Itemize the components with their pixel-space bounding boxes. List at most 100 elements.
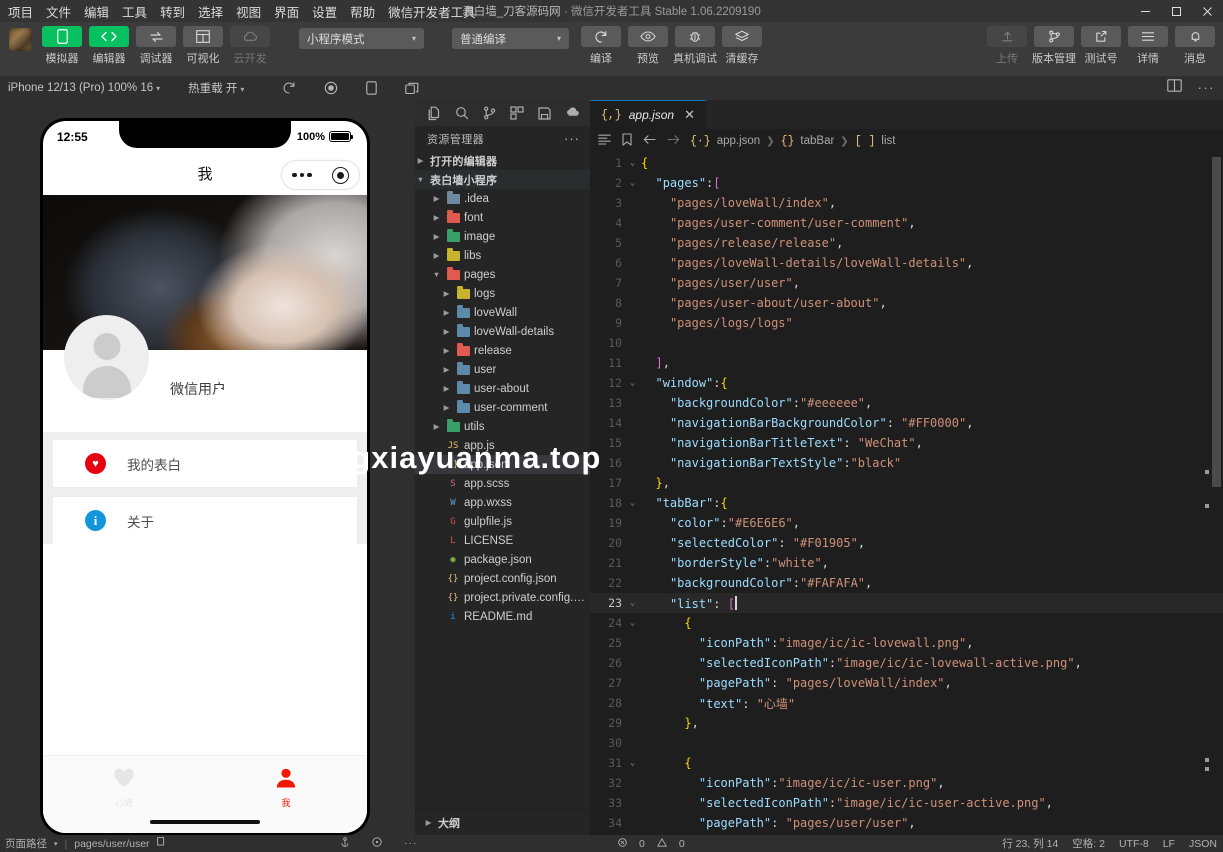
close-target-icon[interactable] bbox=[331, 166, 349, 184]
device-select[interactable]: iPhone 12/13 (Pro) 100% 16 ▾ bbox=[0, 82, 160, 94]
code-line[interactable]: 33 "selectedIconPath":"image/ic/ic-user-… bbox=[590, 793, 1223, 813]
capsule-buttons[interactable] bbox=[281, 160, 360, 190]
code-line[interactable]: 9 "pages/logs/logs" bbox=[590, 313, 1223, 333]
clear-cache-button[interactable]: 清缓存 bbox=[720, 26, 764, 66]
menu-item-goto[interactable]: 转到 bbox=[159, 0, 186, 23]
tree-item-release[interactable]: ▶ release bbox=[415, 341, 590, 360]
fold-chevron-icon[interactable]: ⌄ bbox=[624, 158, 641, 168]
compile-select[interactable]: 普通编译 ▾ bbox=[452, 28, 569, 49]
bookmark-icon[interactable] bbox=[622, 133, 632, 149]
code-line[interactable]: 23 ⌄ "list": [ bbox=[590, 593, 1223, 613]
code-line[interactable]: 26 "selectedIconPath":"image/ic/ic-lovew… bbox=[590, 653, 1223, 673]
menu-item-file[interactable]: 文件 bbox=[45, 0, 72, 23]
code-line[interactable]: 31 ⌄ { bbox=[590, 753, 1223, 773]
more-icon[interactable]: ··· bbox=[1198, 81, 1216, 94]
fold-chevron-icon[interactable]: ⌄ bbox=[624, 598, 641, 608]
tree-item-utils[interactable]: ▶ utils bbox=[415, 417, 590, 436]
code-line[interactable]: 7 "pages/user/user", bbox=[590, 273, 1223, 293]
menu-item-edit[interactable]: 编辑 bbox=[83, 0, 110, 23]
fold-chevron-icon[interactable]: ⌄ bbox=[624, 498, 641, 508]
status-encoding[interactable]: UTF-8 bbox=[1119, 838, 1149, 850]
code-line[interactable]: 28 "text": "心墙" bbox=[590, 693, 1223, 713]
breadcrumb-tabbar[interactable]: tabBar bbox=[800, 135, 834, 147]
code-line[interactable]: 3 "pages/loveWall/index", bbox=[590, 193, 1223, 213]
fold-chevron-icon[interactable]: ⌄ bbox=[624, 378, 641, 388]
code-line[interactable]: 17 }, bbox=[590, 473, 1223, 493]
cell-about[interactable]: i 关于 bbox=[53, 497, 357, 544]
cloud-button[interactable]: 云开发 bbox=[228, 26, 272, 66]
tree-item-user-comment[interactable]: ▶ user-comment bbox=[415, 398, 590, 417]
tree-item-app-scss[interactable]: · Sapp.scss bbox=[415, 474, 590, 493]
details-button[interactable]: 详情 bbox=[1126, 26, 1170, 66]
code-line[interactable]: 32 "iconPath":"image/ic/ic-user.png", bbox=[590, 773, 1223, 793]
maximize-icon[interactable] bbox=[1161, 0, 1192, 22]
status-eol[interactable]: LF bbox=[1163, 838, 1175, 850]
status-indentation[interactable]: 空格: 2 bbox=[1072, 836, 1105, 851]
fold-chevron-icon[interactable]: ⌄ bbox=[624, 618, 641, 628]
real-device-debug-button[interactable]: 真机调试 bbox=[673, 26, 717, 66]
menu-item-devtools[interactable]: 微信开发者工具 bbox=[387, 0, 477, 23]
menu-item-settings[interactable]: 设置 bbox=[311, 0, 338, 23]
outline-list-icon[interactable] bbox=[598, 134, 611, 148]
tree-item-user[interactable]: ▶ user bbox=[415, 360, 590, 379]
code-line[interactable]: 4 "pages/user-comment/user-comment", bbox=[590, 213, 1223, 233]
code-line[interactable]: 25 "iconPath":"image/ic/ic-lovewall.png"… bbox=[590, 633, 1223, 653]
tree-item-project-private-config-js-[interactable]: · {} project.private.config.js... bbox=[415, 588, 590, 607]
code-line[interactable]: 13 "backgroundColor":"#eeeeee", bbox=[590, 393, 1223, 413]
status-page-path[interactable]: 页面路径 ▾ | pages/user/user bbox=[0, 836, 166, 851]
refresh-icon[interactable] bbox=[282, 81, 296, 95]
code-line[interactable]: 16 "navigationBarTextStyle":"black" bbox=[590, 453, 1223, 473]
messages-button[interactable]: 消息 bbox=[1173, 26, 1217, 66]
code-line[interactable]: 12 ⌄ "window":{ bbox=[590, 373, 1223, 393]
version-control-button[interactable]: 版本管理 bbox=[1032, 26, 1076, 66]
record-icon[interactable] bbox=[324, 81, 338, 95]
tree-item-readme-md[interactable]: · i README.md bbox=[415, 607, 590, 626]
tree-item-lovewall[interactable]: ▶ loveWall bbox=[415, 303, 590, 322]
cloud-dev-icon[interactable] bbox=[565, 107, 580, 119]
minimize-icon[interactable] bbox=[1130, 0, 1161, 22]
copy-icon[interactable] bbox=[156, 837, 166, 850]
tree-item-font[interactable]: ▶ font bbox=[415, 208, 590, 227]
tree-item-package-json[interactable]: · ◉ package.json bbox=[415, 550, 590, 569]
tree-item-app-json[interactable]: · {} app.json bbox=[415, 455, 590, 474]
tree-item-project-config-json[interactable]: · {} project.config.json bbox=[415, 569, 590, 588]
code-line[interactable]: 5 "pages/release/release", bbox=[590, 233, 1223, 253]
code-line[interactable]: 21 "borderStyle":"white", bbox=[590, 553, 1223, 573]
close-icon[interactable] bbox=[1192, 0, 1223, 22]
code-line[interactable]: 11 ], bbox=[590, 353, 1223, 373]
code-line[interactable]: 29 }, bbox=[590, 713, 1223, 733]
test-account-button[interactable]: 测试号 bbox=[1079, 26, 1123, 66]
back-arrow-icon[interactable] bbox=[643, 134, 656, 148]
close-icon[interactable]: ✕ bbox=[684, 107, 695, 123]
tree-open-editors[interactable]: ▶ 打开的编辑器 bbox=[415, 151, 590, 170]
status-language[interactable]: JSON bbox=[1189, 838, 1217, 850]
status-cursor-position[interactable]: 行 23, 列 14 bbox=[1002, 836, 1058, 851]
outline-section[interactable]: ▶ 大纲 bbox=[415, 809, 590, 835]
user-avatar-placeholder[interactable] bbox=[64, 315, 149, 400]
phone-screen[interactable]: 12:55 100% 我 微信用户 ♥ 我的表白 i 关于 心墙 我 bbox=[43, 121, 367, 833]
source-control-icon[interactable] bbox=[483, 106, 496, 120]
extensions-icon[interactable] bbox=[510, 106, 524, 120]
code-line[interactable]: 19 "color":"#E6E6E6", bbox=[590, 513, 1223, 533]
compass-icon[interactable] bbox=[372, 837, 382, 850]
code-line[interactable]: 2 ⌄ "pages":[ bbox=[590, 173, 1223, 193]
anchor-icon[interactable] bbox=[340, 837, 350, 850]
code-line[interactable]: 15 "navigationBarTitleText": "WeChat", bbox=[590, 433, 1223, 453]
code-line[interactable]: 34 "pagePath": "pages/user/user", bbox=[590, 813, 1223, 833]
code-line[interactable]: 8 "pages/user-about/user-about", bbox=[590, 293, 1223, 313]
code-line[interactable]: 20 "selectedColor": "#F01905", bbox=[590, 533, 1223, 553]
code-line[interactable]: 27 "pagePath": "pages/loveWall/index", bbox=[590, 673, 1223, 693]
menu-item-view[interactable]: 视图 bbox=[235, 0, 262, 23]
rotate-device-icon[interactable] bbox=[366, 81, 377, 95]
split-editor-icon[interactable] bbox=[1166, 79, 1182, 97]
hot-reload-select[interactable]: 热重载 开 ▾ bbox=[188, 80, 244, 96]
upload-button[interactable]: 上传 bbox=[985, 26, 1029, 66]
tree-item-logs[interactable]: ▶ logs bbox=[415, 284, 590, 303]
breadcrumb-file[interactable]: app.json bbox=[717, 135, 760, 147]
visualizer-button[interactable]: 可视化 bbox=[181, 26, 225, 66]
menu-item-help[interactable]: 帮助 bbox=[349, 0, 376, 23]
tree-item-license[interactable]: · L LICENSE bbox=[415, 531, 590, 550]
code-line[interactable]: 30 bbox=[590, 733, 1223, 753]
fold-chevron-icon[interactable]: ⌄ bbox=[624, 758, 641, 768]
status-diagnostics[interactable]: 0 0 bbox=[618, 838, 685, 850]
